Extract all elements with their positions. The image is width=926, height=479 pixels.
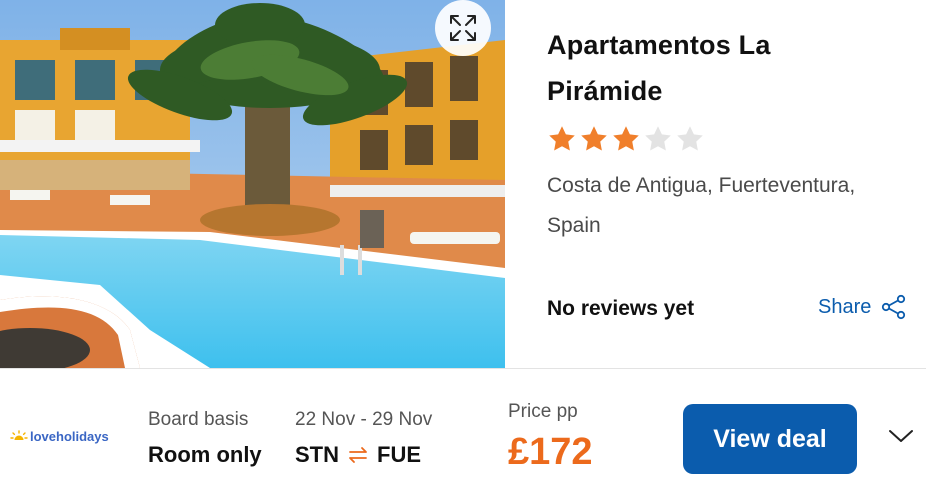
reviews-status: No reviews yet	[547, 297, 695, 320]
star-filled-icon	[613, 126, 639, 151]
star-filled-icon	[581, 126, 607, 151]
deal-row: loveholidays Board basis Room only 22 No…	[0, 369, 926, 479]
hotel-name[interactable]: Apartamentos La Pirámide	[547, 22, 907, 114]
star-empty-icon	[645, 126, 671, 151]
flight-route: STN FUE	[295, 442, 421, 468]
provider-name: loveholidays	[30, 429, 109, 444]
location-line-2: Spain	[547, 214, 601, 237]
origin-airport: STN	[295, 442, 339, 467]
hotel-info: Apartamentos La Pirámide Costa de Antigu…	[547, 22, 907, 246]
price-label: Price pp	[508, 401, 578, 422]
view-deal-button[interactable]: View deal	[683, 404, 857, 474]
destination-airport: FUE	[377, 442, 421, 467]
expand-deal-button[interactable]	[887, 427, 915, 450]
hotel-location: Costa de Antigua, Fuerteventura, Spain	[547, 166, 907, 246]
share-label: Share	[818, 295, 872, 318]
provider-logo: loveholidays	[10, 429, 109, 444]
share-button[interactable]: Share	[818, 294, 907, 320]
expand-icon	[450, 15, 476, 41]
star-rating	[547, 124, 907, 154]
star-filled-icon	[549, 126, 575, 151]
board-basis-value: Room only	[148, 442, 262, 467]
share-icon	[882, 294, 906, 320]
location-line-1: Costa de Antigua, Fuerteventura,	[547, 174, 856, 197]
hotel-photo-illustration	[0, 0, 505, 368]
travel-dates: 22 Nov - 29 Nov	[295, 409, 433, 430]
sun-icon	[10, 429, 28, 440]
hotel-photo[interactable]	[0, 0, 505, 368]
hotel-name-line-2: Pirámide	[547, 76, 663, 106]
price-value: £172	[508, 431, 593, 473]
board-basis-label: Board basis	[148, 409, 249, 430]
star-empty-icon	[677, 126, 703, 151]
chevron-down-icon	[889, 430, 913, 442]
expand-photo-button[interactable]	[435, 0, 491, 56]
swap-arrows-icon	[349, 447, 367, 463]
hotel-name-line-1: Apartamentos La	[547, 30, 771, 60]
